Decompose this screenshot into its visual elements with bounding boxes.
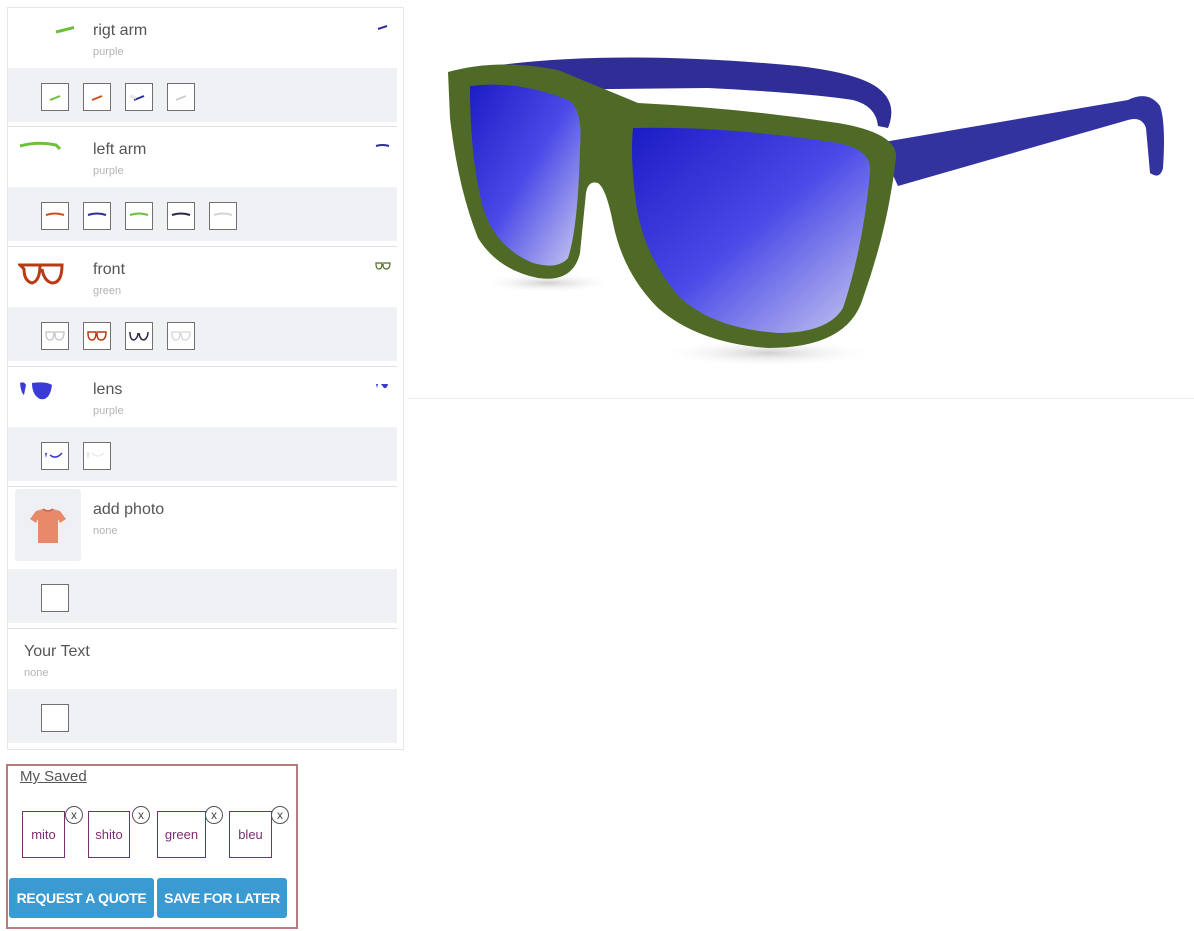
my-saved-link[interactable]: My Saved — [20, 768, 87, 785]
options-your-text — [8, 689, 397, 743]
option-swatch-purple-arm[interactable] — [125, 83, 153, 111]
options-right-arm — [8, 68, 397, 122]
option-swatch-orange-arm[interactable] — [41, 202, 69, 230]
options-add-photo — [8, 569, 397, 623]
part-name: front — [93, 261, 126, 278]
part-name: lens — [93, 381, 123, 398]
option-swatch-red-front[interactable] — [83, 322, 111, 350]
remove-saved-button[interactable]: x — [65, 806, 83, 824]
sunglasses-image — [448, 57, 1164, 367]
option-swatch-orange-arm[interactable] — [83, 83, 111, 111]
part-name: Your Text — [24, 643, 90, 660]
front-frame-icon — [18, 263, 64, 285]
remove-saved-button[interactable]: x — [132, 806, 150, 824]
saved-item[interactable]: green — [157, 811, 206, 858]
part-value: green — [93, 285, 122, 297]
lens-mini-icon — [376, 384, 388, 389]
option-swatch-black-front[interactable] — [125, 322, 153, 350]
remove-saved-button[interactable]: x — [205, 806, 223, 824]
option-swatch-clear-lens[interactable] — [83, 442, 111, 470]
option-swatch-white-arm[interactable] — [167, 83, 195, 111]
part-name: rigt arm — [93, 22, 148, 39]
part-header-left-arm[interactable]: left arm purple — [8, 127, 403, 185]
photo-thumb — [15, 489, 81, 561]
part-header-front[interactable]: front green — [8, 247, 403, 305]
saved-item[interactable]: shito — [88, 811, 130, 858]
option-swatch-white-front[interactable] — [167, 322, 195, 350]
part-value: none — [24, 667, 49, 679]
saved-item[interactable]: mito — [22, 811, 65, 858]
right-arm-mini-icon — [377, 25, 388, 30]
part-value: none — [93, 525, 118, 537]
option-swatch-white-arm[interactable] — [209, 202, 237, 230]
saved-item[interactable]: bleu — [229, 811, 272, 858]
part-header-lens[interactable]: lens purple — [8, 367, 403, 425]
option-swatch-blue-lens[interactable] — [41, 442, 69, 470]
add-text-slot[interactable] — [41, 704, 69, 732]
options-left-arm — [8, 187, 397, 241]
part-value: purple — [93, 165, 124, 177]
part-value: purple — [93, 46, 124, 58]
left-arm-icon — [19, 141, 62, 151]
left-arm-mini-icon — [375, 144, 390, 147]
customizer-panel: rigt arm purple left arm purple front gr… — [7, 7, 404, 750]
option-swatch-purple-arm[interactable] — [83, 202, 111, 230]
remove-saved-button[interactable]: x — [271, 806, 289, 824]
option-swatch-green-arm[interactable] — [125, 202, 153, 230]
option-swatch-black-arm[interactable] — [167, 202, 195, 230]
right-arm-icon — [55, 25, 74, 34]
options-lens — [8, 427, 397, 481]
options-front — [8, 307, 397, 361]
save-for-later-button[interactable]: SAVE FOR LATER — [157, 878, 287, 918]
part-header-add-photo[interactable]: add photo none — [8, 487, 403, 567]
part-header-your-text[interactable]: Your Text none — [8, 629, 403, 687]
option-swatch-clear-front[interactable] — [41, 322, 69, 350]
part-name: left arm — [93, 141, 147, 158]
tshirt-photo-icon — [30, 508, 66, 543]
part-name: add photo — [93, 501, 165, 518]
part-header-right-arm[interactable]: rigt arm purple — [8, 8, 403, 66]
add-photo-slot[interactable] — [41, 584, 69, 612]
front-frame-mini-icon — [375, 262, 391, 270]
option-swatch-green-arm[interactable] — [41, 83, 69, 111]
sunglasses-preview — [408, 8, 1194, 399]
part-value: purple — [93, 405, 124, 417]
request-quote-button[interactable]: REQUEST A QUOTE — [9, 878, 154, 918]
lens-icon — [20, 382, 52, 400]
my-saved-panel: My Saved mito x shito x green x bleu x R… — [6, 764, 298, 929]
